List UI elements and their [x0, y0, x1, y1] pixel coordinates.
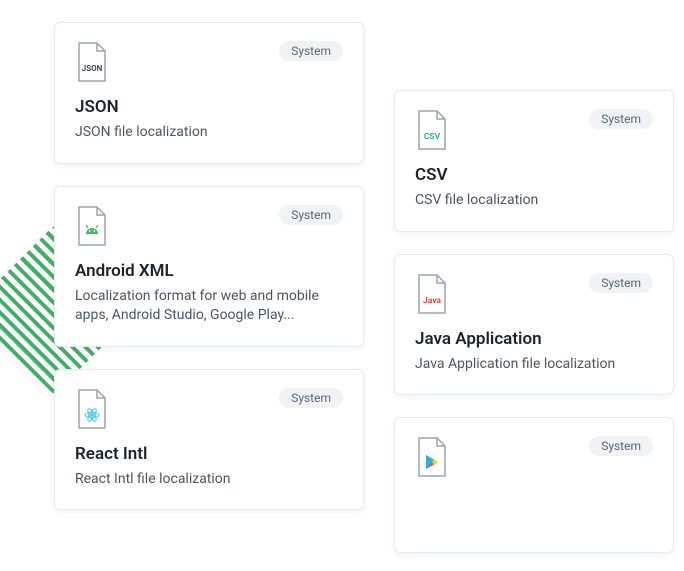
icon-label: CSV — [424, 132, 441, 142]
system-badge: System — [279, 205, 343, 225]
card-title: React Intl — [75, 444, 343, 464]
format-card-google-play[interactable]: System — [394, 417, 674, 553]
format-card-android-xml[interactable]: System Android XML Localization format f… — [54, 186, 364, 347]
system-badge: System — [279, 41, 343, 61]
csv-file-icon: CSV — [415, 109, 449, 151]
card-column-right: CSV System CSV CSV file localization Jav… — [394, 90, 674, 553]
react-file-icon — [75, 388, 109, 430]
system-badge: System — [589, 109, 653, 129]
java-file-icon: Java — [415, 273, 449, 315]
system-badge: System — [589, 273, 653, 293]
card-title: Android XML — [75, 261, 343, 281]
card-column-left: JSON System JSON JSON file localization … — [54, 22, 364, 510]
format-card-react-intl[interactable]: System React Intl React Intl file locali… — [54, 369, 364, 511]
card-description: Java Application file localization — [415, 355, 653, 375]
icon-label: JSON — [82, 64, 103, 73]
format-card-json[interactable]: JSON System JSON JSON file localization — [54, 22, 364, 164]
card-head: System — [415, 436, 653, 478]
card-description: Localization format for web and mobile a… — [75, 287, 343, 326]
card-title: JSON — [75, 97, 343, 117]
android-file-icon — [75, 205, 109, 247]
card-head: System — [75, 388, 343, 430]
card-description: CSV file localization — [415, 191, 653, 211]
card-head: CSV System — [415, 109, 653, 151]
card-head: Java System — [415, 273, 653, 315]
card-head: System — [75, 205, 343, 247]
system-badge: System — [589, 436, 653, 456]
card-title: CSV — [415, 165, 653, 185]
card-head: JSON System — [75, 41, 343, 83]
format-card-java[interactable]: Java System Java Application Java Applic… — [394, 254, 674, 396]
card-title: Java Application — [415, 329, 653, 349]
format-card-csv[interactable]: CSV System CSV CSV file localization — [394, 90, 674, 232]
system-badge: System — [279, 388, 343, 408]
google-play-file-icon — [415, 436, 449, 478]
json-file-icon: JSON — [75, 41, 109, 83]
icon-label: Java — [423, 296, 441, 306]
card-description: JSON file localization — [75, 123, 343, 143]
card-description: React Intl file localization — [75, 470, 343, 490]
